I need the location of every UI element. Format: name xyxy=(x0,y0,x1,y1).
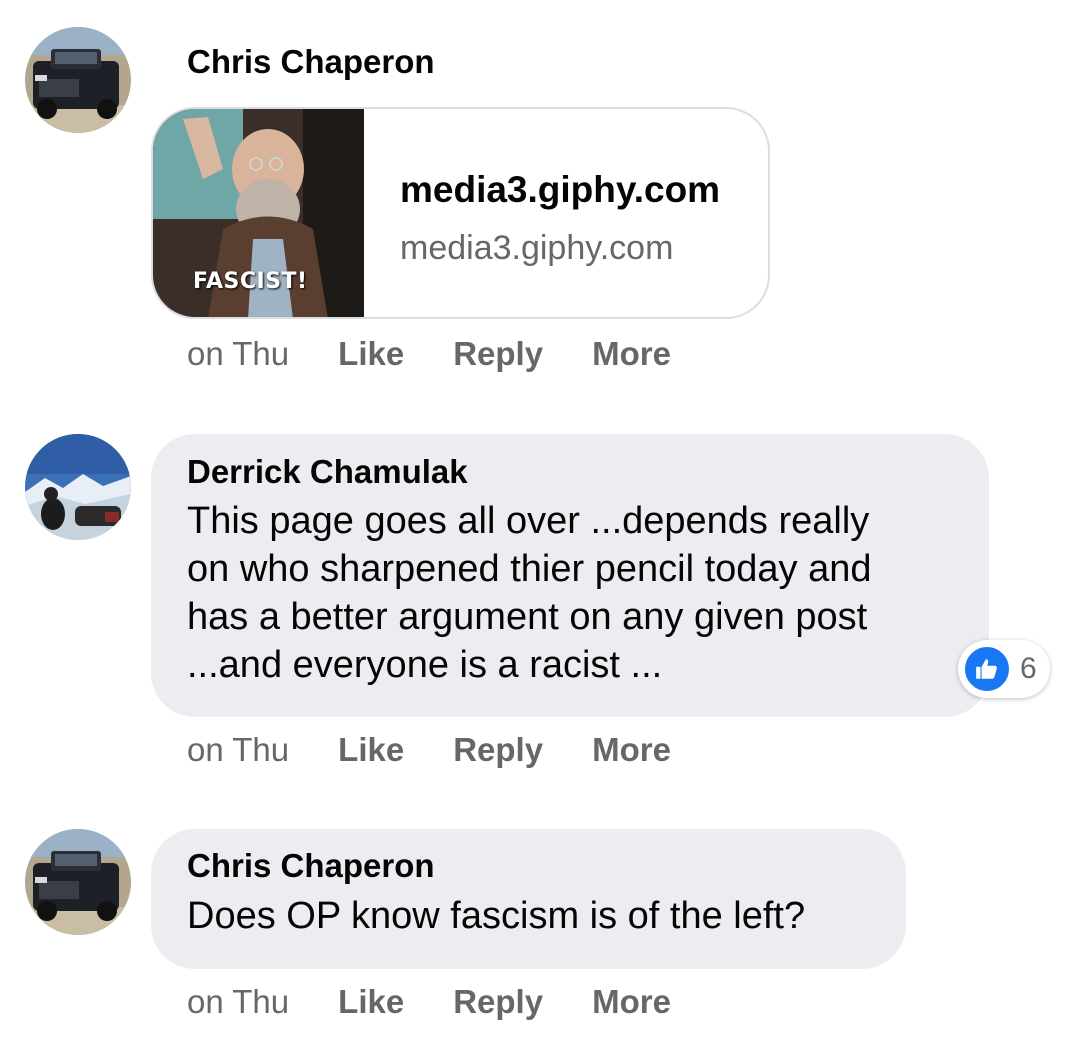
link-preview-card[interactable]: FASCIST! media3.giphy.com media3.giphy.c… xyxy=(151,107,770,319)
like-button[interactable]: Like xyxy=(338,731,404,769)
comment-timestamp[interactable]: on Thu xyxy=(187,983,289,1021)
like-icon xyxy=(962,644,1012,694)
more-button[interactable]: More xyxy=(592,335,671,373)
reaction-summary[interactable]: 6 xyxy=(958,640,1050,698)
comment-actions: on Thu Like Reply More xyxy=(187,335,720,373)
avatar[interactable] xyxy=(25,829,131,935)
avatar[interactable] xyxy=(25,434,131,540)
comment-timestamp[interactable]: on Thu xyxy=(187,731,289,769)
reaction-count: 6 xyxy=(1020,652,1037,685)
comment-text: Does OP know fascism is of the left? xyxy=(187,895,806,937)
more-button[interactable]: More xyxy=(592,731,671,769)
gif-caption: FASCIST! xyxy=(193,269,308,294)
reply-button[interactable]: Reply xyxy=(453,983,543,1021)
more-button[interactable]: More xyxy=(592,983,671,1021)
reply-button[interactable]: Reply xyxy=(453,731,543,769)
link-domain: media3.giphy.com xyxy=(400,229,674,267)
link-title[interactable]: media3.giphy.com xyxy=(400,169,720,211)
avatar[interactable] xyxy=(25,27,131,133)
comment-author-name[interactable]: Chris Chaperon xyxy=(187,846,870,886)
mountain-avatar-image xyxy=(25,434,131,540)
comment-bubble: Derrick Chamulak This page goes all over… xyxy=(151,434,989,717)
comment-bubble: Chris Chaperon Does OP know fascism is o… xyxy=(151,829,906,969)
truck-avatar-image xyxy=(25,829,131,935)
gif-thumbnail: FASCIST! xyxy=(153,109,364,317)
like-button[interactable]: Like xyxy=(338,983,404,1021)
comment-text: This page goes all over ...depends reall… xyxy=(187,500,872,686)
comment-timestamp[interactable]: on Thu xyxy=(187,335,289,373)
truck-avatar-image xyxy=(25,27,131,133)
comment-author-name[interactable]: Derrick Chamulak xyxy=(187,452,953,492)
comment-actions: on Thu Like Reply More xyxy=(187,983,720,1021)
reply-button[interactable]: Reply xyxy=(453,335,543,373)
comment-actions: on Thu Like Reply More xyxy=(187,731,720,769)
comment-author-name[interactable]: Chris Chaperon xyxy=(187,42,435,82)
like-button[interactable]: Like xyxy=(338,335,404,373)
